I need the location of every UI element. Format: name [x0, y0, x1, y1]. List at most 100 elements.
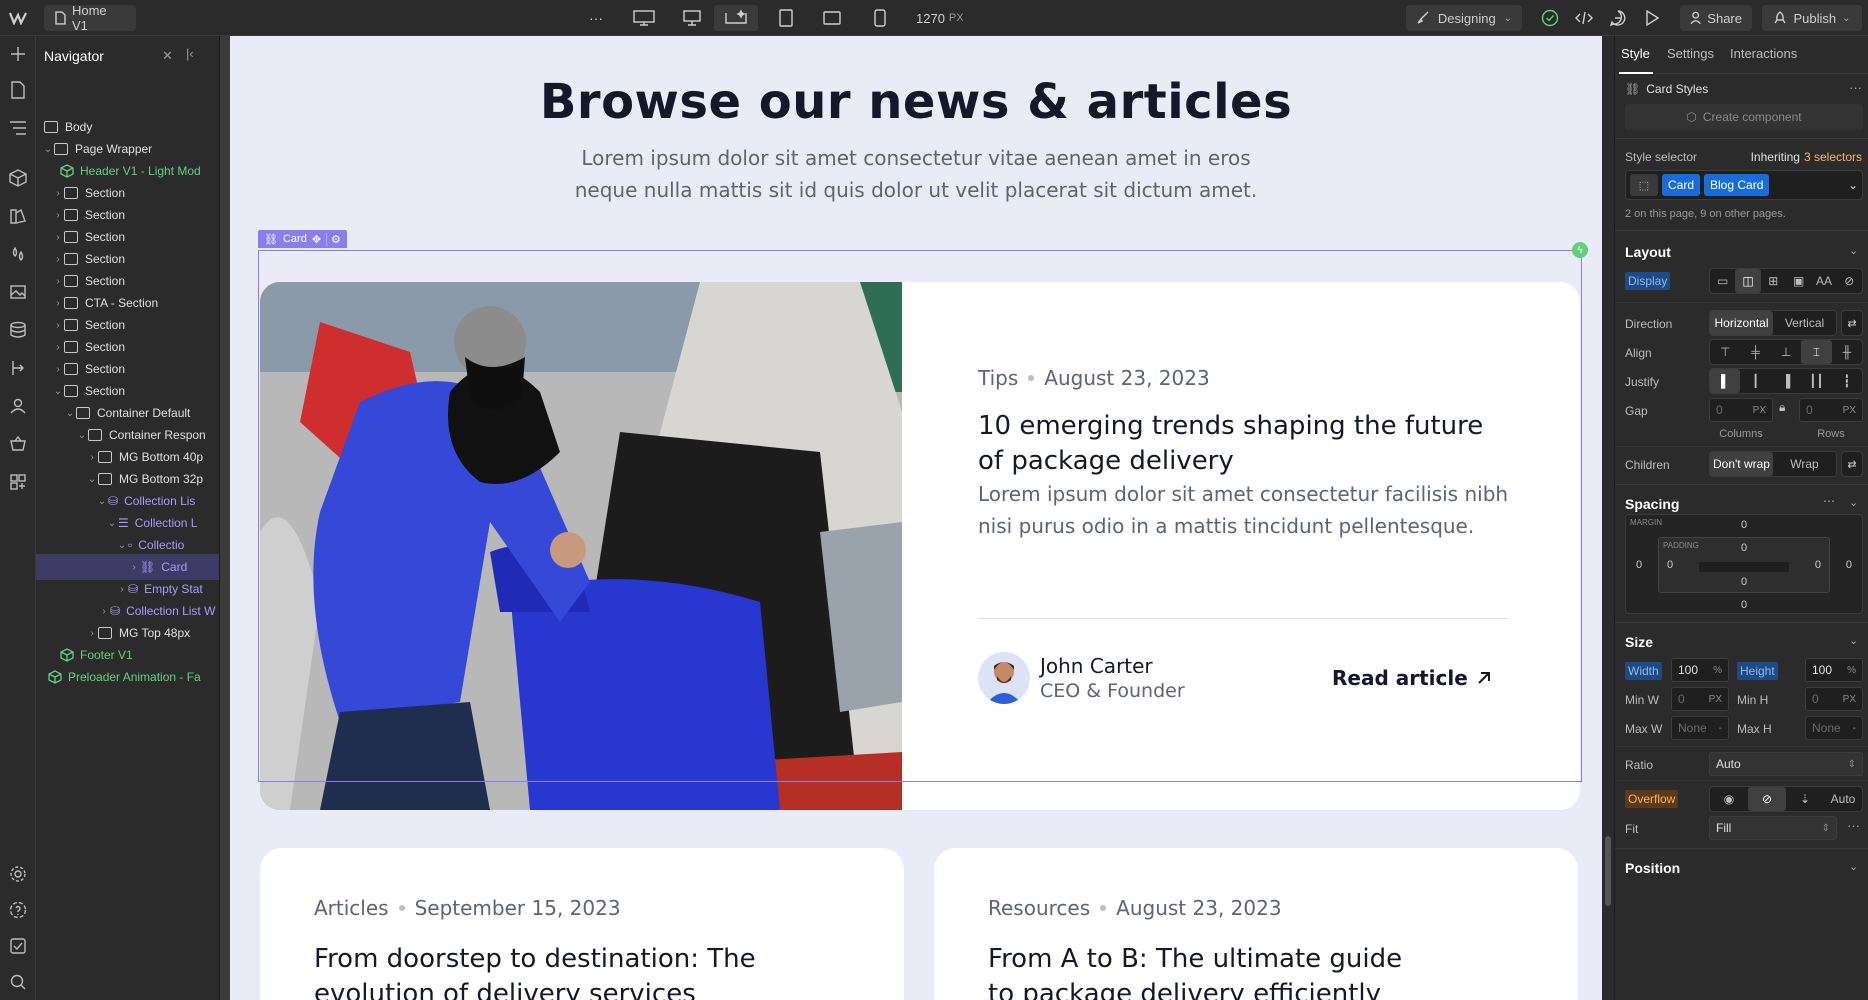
- mode-dropdown[interactable]: Designing ⌄: [1406, 5, 1522, 31]
- overflow-scroll-icon[interactable]: ⇣: [1786, 787, 1824, 811]
- chevron-down-icon[interactable]: ⌄: [1848, 178, 1858, 192]
- navigator-icon[interactable]: [6, 116, 30, 140]
- close-icon[interactable]: ✕: [162, 48, 173, 64]
- breakpoint-desktop-icon[interactable]: [680, 5, 704, 31]
- code-icon[interactable]: [1572, 5, 1596, 31]
- featured-blog-card[interactable]: Tips August 23, 2023 10 emerging trends …: [260, 282, 1580, 810]
- display-inline-text-icon[interactable]: AA: [1811, 269, 1836, 293]
- read-article-link[interactable]: Read article: [1332, 666, 1492, 690]
- blog-card[interactable]: Articles September 15, 2023 From doorste…: [260, 848, 904, 1000]
- search-icon[interactable]: [6, 970, 30, 994]
- align-stretch-icon[interactable]: ⌶: [1801, 340, 1832, 364]
- width-input[interactable]: 100%: [1671, 658, 1729, 682]
- reverse-direction-icon[interactable]: ⇄: [1841, 310, 1863, 336]
- min-height-input[interactable]: 0 PX: [1805, 687, 1863, 711]
- overflow-auto-option[interactable]: Auto: [1824, 787, 1862, 811]
- ratio-select[interactable]: Auto ⇕: [1709, 752, 1863, 776]
- users-icon[interactable]: [6, 394, 30, 418]
- add-icon[interactable]: [6, 42, 30, 66]
- breakpoint-large-desktop-icon[interactable]: [632, 5, 656, 31]
- design-canvas[interactable]: Browse our news & articles Lorem ipsum d…: [230, 36, 1602, 1000]
- overflow-visible-icon[interactable]: ◉: [1710, 787, 1748, 811]
- justify-around-icon[interactable]: ┇: [1832, 369, 1862, 393]
- preview-play-icon[interactable]: [1640, 5, 1664, 31]
- tab-style[interactable]: Style: [1621, 46, 1650, 61]
- display-inline-block-icon[interactable]: ▣: [1786, 269, 1811, 293]
- style-guide-icon[interactable]: [6, 204, 30, 228]
- more-options-icon[interactable]: ···: [1847, 818, 1860, 833]
- margin-bottom-value[interactable]: 0: [1626, 599, 1862, 611]
- spacing-section-title[interactable]: Spacing: [1625, 496, 1679, 512]
- padding-right-value[interactable]: 0: [1815, 559, 1821, 571]
- cms-icon[interactable]: [6, 318, 30, 342]
- justify-end-icon[interactable]: ▐: [1771, 369, 1801, 393]
- justify-center-icon[interactable]: ┃: [1740, 369, 1770, 393]
- breakpoint-base-icon[interactable]: [714, 5, 758, 31]
- fit-select[interactable]: Fill ⇕: [1709, 816, 1837, 840]
- ecommerce-icon[interactable]: [6, 432, 30, 456]
- min-width-input[interactable]: 0 PX: [1671, 687, 1729, 711]
- logic-icon[interactable]: [6, 356, 30, 380]
- padding-top-value[interactable]: 0: [1659, 542, 1829, 554]
- display-block-icon[interactable]: ▭: [1710, 269, 1735, 293]
- selector-field[interactable]: ⬚ Card Blog Card ⌄: [1625, 170, 1863, 200]
- assets-icon[interactable]: [6, 280, 30, 304]
- spacing-preset-icon[interactable]: ⋯: [1823, 494, 1835, 508]
- chevron-down-icon[interactable]: ⌄: [1849, 860, 1858, 873]
- settings-gear-icon[interactable]: [6, 862, 30, 886]
- more-options-button[interactable]: ···: [584, 5, 608, 31]
- variables-icon[interactable]: [6, 242, 30, 266]
- create-component-button[interactable]: ⬡ Create component: [1625, 104, 1863, 130]
- comments-icon[interactable]: [1606, 5, 1630, 31]
- align-center-icon[interactable]: ╪: [1740, 340, 1770, 364]
- padding-left-value[interactable]: 0: [1667, 559, 1673, 571]
- card-title[interactable]: From doorstep to destination: The evolut…: [314, 942, 756, 1000]
- tab-settings[interactable]: Settings: [1667, 46, 1714, 61]
- audit-checkbox-icon[interactable]: [6, 934, 30, 958]
- card-title[interactable]: From A to B: The ultimate guide to packa…: [988, 942, 1402, 1000]
- max-height-input[interactable]: None -: [1805, 716, 1863, 740]
- align-start-icon[interactable]: ⊤: [1710, 340, 1740, 364]
- webflow-logo-icon[interactable]: [6, 5, 30, 31]
- collapse-panel-icon[interactable]: |‹: [186, 46, 194, 61]
- tab-interactions[interactable]: Interactions: [1730, 46, 1797, 61]
- margin-right-value[interactable]: 0: [1846, 559, 1852, 571]
- layout-section-title[interactable]: Layout: [1625, 244, 1671, 260]
- display-grid-icon[interactable]: ⊞: [1761, 269, 1786, 293]
- selection-tag[interactable]: ⛓ Card ✥ ⚙: [258, 230, 347, 248]
- breakpoint-icon[interactable]: ⬚: [1630, 174, 1658, 196]
- align-baseline-icon[interactable]: ╫: [1832, 340, 1862, 364]
- reverse-wrap-icon[interactable]: ⇄: [1841, 451, 1863, 477]
- overflow-hidden-icon[interactable]: ⊘: [1748, 787, 1786, 811]
- check-status-icon[interactable]: [1538, 5, 1562, 31]
- padding-bottom-value[interactable]: 0: [1659, 576, 1829, 588]
- max-width-input[interactable]: None -: [1671, 716, 1729, 740]
- selector-chip-card[interactable]: Card: [1662, 174, 1701, 196]
- breakpoint-phone-icon[interactable]: [868, 5, 892, 31]
- move-icon[interactable]: ✥: [312, 233, 321, 246]
- settings-gear-icon[interactable]: ⚙: [326, 232, 341, 246]
- chevron-down-icon[interactable]: ⌄: [1849, 634, 1858, 647]
- margin-left-value[interactable]: 0: [1636, 559, 1642, 571]
- nav-item-preloader-component[interactable]: Preloader Animation - Fa: [36, 664, 219, 690]
- pages-icon[interactable]: [6, 78, 30, 102]
- position-section-title[interactable]: Position: [1625, 860, 1680, 876]
- justify-between-icon[interactable]: ┃┃: [1801, 369, 1831, 393]
- display-none-icon[interactable]: ⊘: [1837, 269, 1862, 293]
- direction-vertical[interactable]: Vertical: [1773, 311, 1836, 335]
- breakpoint-tablet-icon[interactable]: [774, 5, 798, 31]
- featured-card-title[interactable]: 10 emerging trends shaping the future of…: [978, 409, 1483, 479]
- height-input[interactable]: 100%: [1805, 658, 1863, 682]
- chevron-down-icon[interactable]: ⌄: [1849, 244, 1858, 257]
- help-icon[interactable]: [6, 898, 30, 922]
- direction-horizontal[interactable]: Horizontal: [1710, 311, 1773, 335]
- canvas-scrollbar[interactable]: [1602, 36, 1614, 1000]
- chevron-down-icon[interactable]: ⌄: [1849, 496, 1858, 509]
- navigator-scrollbar[interactable]: [220, 36, 230, 1000]
- gap-columns-input[interactable]: 0 PX: [1709, 398, 1773, 422]
- lock-icon[interactable]: 🔒︎: [1779, 400, 1785, 415]
- blog-card[interactable]: Resources August 23, 2023 From A to B: T…: [934, 848, 1578, 1000]
- apps-icon[interactable]: [6, 470, 30, 494]
- share-button[interactable]: Share: [1680, 5, 1752, 31]
- bolt-icon[interactable]: ϟ: [1572, 242, 1588, 258]
